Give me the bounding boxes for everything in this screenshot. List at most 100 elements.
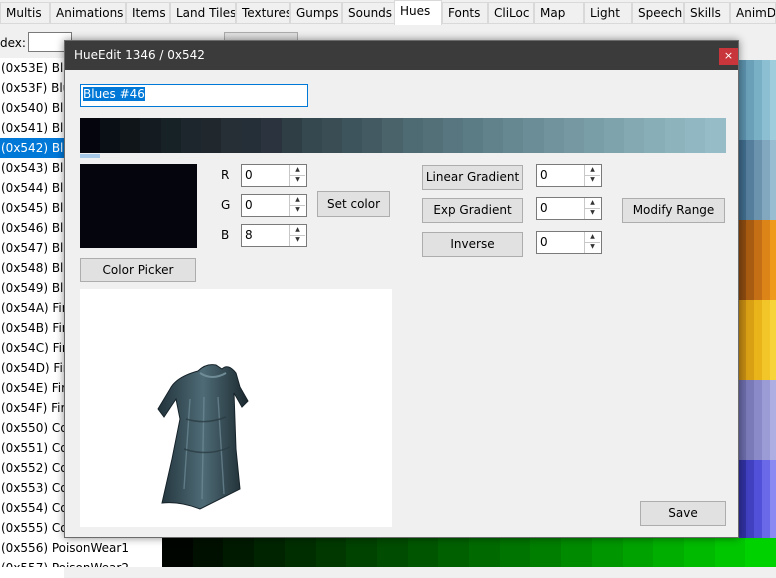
palette-cell[interactable] [738, 380, 746, 460]
palette-cell[interactable] [738, 300, 746, 380]
gradient-cell[interactable] [442, 118, 464, 153]
gradient-cell[interactable] [281, 118, 303, 153]
palette-cell[interactable] [254, 538, 286, 567]
gradient-cell[interactable] [261, 118, 283, 153]
palette-cell[interactable] [746, 300, 754, 380]
gradient-cell[interactable] [583, 118, 605, 153]
palette-cell[interactable] [762, 140, 770, 220]
tab-gumps[interactable]: Gumps [290, 2, 342, 23]
gradient-cell[interactable] [241, 118, 262, 153]
gradient-cell[interactable] [301, 118, 323, 153]
tab-land-tiles[interactable]: Land Tiles [170, 2, 236, 23]
palette-cell[interactable] [762, 220, 770, 300]
hue-list-item[interactable]: (0x551) Colo [0, 438, 64, 458]
hue-palette-bottom-strip[interactable] [162, 538, 776, 567]
gradient-cell[interactable] [100, 118, 121, 153]
palette-cell[interactable] [407, 538, 439, 567]
palette-cell[interactable] [754, 380, 762, 460]
r-spinner[interactable]: 0 ▲ ▼ [241, 164, 307, 187]
palette-cell[interactable] [746, 460, 754, 540]
linear-gradient-spinner[interactable]: 0 ▲ ▼ [536, 164, 602, 187]
palette-cell[interactable] [762, 300, 770, 380]
palette-cell[interactable] [499, 538, 531, 567]
gradient-cell[interactable] [684, 118, 706, 153]
g-spinner[interactable]: 0 ▲ ▼ [241, 194, 307, 217]
gradient-cell[interactable] [221, 118, 242, 153]
dialog-titlebar[interactable]: HueEdit 1346 / 0x542 × [65, 41, 738, 70]
gradient-cell[interactable] [644, 118, 666, 153]
palette-cell[interactable] [746, 220, 754, 300]
gradient-cell[interactable] [462, 118, 484, 153]
tab-animations[interactable]: Animations [50, 2, 126, 23]
hue-list-item[interactable]: (0x557) PoisonWear2 [0, 558, 162, 567]
hue-list-item[interactable]: (0x554) Colo [0, 498, 64, 518]
palette-cell[interactable] [438, 538, 470, 567]
gradient-cell[interactable] [120, 118, 142, 153]
hue-list[interactable]: (0x53E) Blue(0x53F) Blue(0x540) Blue(0x5… [0, 58, 64, 578]
palette-cell[interactable] [738, 220, 746, 300]
palette-cell[interactable] [770, 140, 776, 220]
gradient-cell[interactable] [483, 118, 504, 153]
palette-cell[interactable] [591, 538, 624, 567]
palette-cell[interactable] [738, 140, 746, 220]
hue-list-item[interactable]: (0x53F) Blue [0, 78, 64, 98]
palette-cell[interactable] [653, 538, 685, 567]
b-spinner[interactable]: 8 ▲ ▼ [241, 224, 307, 247]
hue-list-item[interactable]: (0x54B) Fire [0, 318, 64, 338]
hue-list-lower[interactable]: (0x556) PoisonWear1(0x557) PoisonWear2 [0, 538, 162, 567]
tab-items[interactable]: Items [126, 2, 170, 23]
spinner-down-icon[interactable]: ▼ [290, 175, 305, 185]
gradient-cell[interactable] [503, 118, 525, 153]
exp-gradient-spinner[interactable]: 0 ▲ ▼ [536, 197, 602, 220]
tab-sounds[interactable]: Sounds [342, 2, 396, 23]
tab-animdata[interactable]: AnimDa [730, 2, 776, 23]
hue-list-item[interactable]: (0x54E) Fire [0, 378, 64, 398]
palette-cell[interactable] [223, 538, 255, 567]
palette-cell[interactable] [346, 538, 378, 567]
hue-name-input[interactable]: Blues #46 [80, 84, 308, 107]
gradient-cell[interactable] [704, 118, 726, 153]
palette-cell[interactable] [754, 60, 762, 140]
gradient-cell[interactable] [140, 118, 162, 153]
palette-cell[interactable] [162, 538, 194, 567]
spinner-down-icon[interactable]: ▼ [585, 175, 600, 185]
hue-list-item[interactable]: (0x540) Blue [0, 98, 64, 118]
palette-cell[interactable] [746, 140, 754, 220]
tab-skills[interactable]: Skills [684, 2, 730, 23]
gradient-cell[interactable] [624, 118, 645, 153]
tab-multis[interactable]: Multis [0, 2, 50, 23]
gradient-cell[interactable] [422, 118, 444, 153]
palette-cell[interactable] [746, 380, 754, 460]
gradient-cell[interactable] [160, 118, 182, 153]
inverse-spinner[interactable]: 0 ▲ ▼ [536, 231, 602, 254]
hue-list-item[interactable]: (0x548) Blue [0, 258, 64, 278]
spinner-down-icon[interactable]: ▼ [290, 235, 305, 245]
save-button[interactable]: Save [640, 501, 726, 526]
set-color-button[interactable]: Set color [317, 191, 390, 217]
hue-list-item[interactable]: (0x542) Blue [0, 138, 64, 158]
palette-cell[interactable] [683, 538, 716, 567]
gradient-cell[interactable] [80, 118, 101, 153]
modify-range-button[interactable]: Modify Range [622, 198, 725, 223]
palette-cell[interactable] [762, 380, 770, 460]
inverse-button[interactable]: Inverse [422, 232, 523, 257]
hue-list-item[interactable]: (0x54D) Fire [0, 358, 64, 378]
palette-cell[interactable] [738, 60, 746, 140]
tab-fonts[interactable]: Fonts [442, 2, 488, 23]
palette-cell[interactable] [770, 300, 776, 380]
gradient-cell[interactable] [543, 118, 565, 153]
hue-list-item[interactable]: (0x54C) Fire [0, 338, 64, 358]
palette-cell[interactable] [754, 220, 762, 300]
spinner-down-icon[interactable]: ▼ [585, 242, 600, 252]
palette-cell[interactable] [754, 300, 762, 380]
hue-list-item[interactable]: (0x54F) Fire [0, 398, 64, 418]
tab-hues[interactable]: Hues [394, 0, 442, 25]
palette-cell[interactable] [770, 380, 776, 460]
palette-cell[interactable] [770, 60, 776, 140]
close-button[interactable]: × [719, 48, 738, 65]
hue-list-item[interactable]: (0x556) PoisonWear1 [0, 538, 162, 558]
palette-cell[interactable] [746, 60, 754, 140]
exp-gradient-button[interactable]: Exp Gradient [422, 198, 523, 223]
hue-list-item[interactable]: (0x544) Blue [0, 178, 64, 198]
palette-cell[interactable] [754, 460, 762, 540]
